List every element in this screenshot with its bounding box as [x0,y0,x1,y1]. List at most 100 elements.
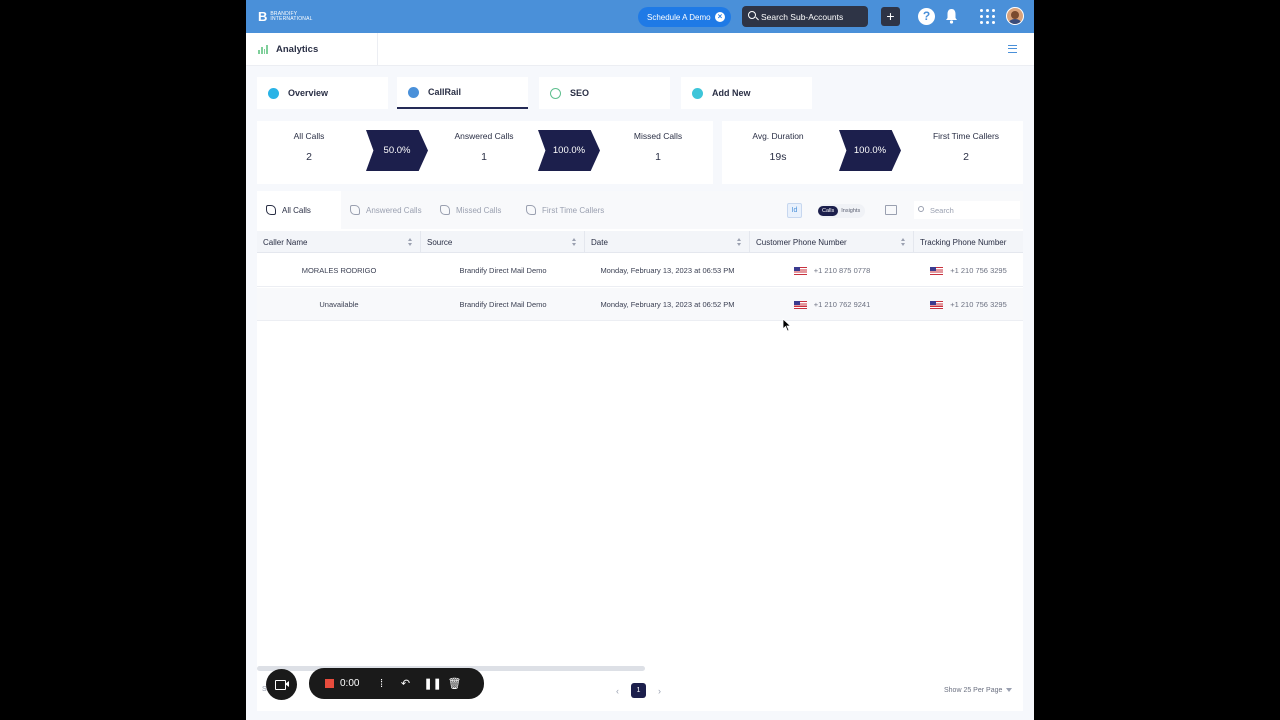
camera-icon[interactable] [266,669,297,700]
col-label: Caller Name [263,237,308,247]
grid-icon[interactable]: ⁞ [375,678,387,690]
logo-text: BRANDIFY INTERNATIONAL [270,10,313,22]
schedule-demo-button[interactable]: Schedule A Demo × [638,7,731,27]
duration-stats-panel: Avg. Duration 19s 100.0% First Time Call… [722,121,1023,184]
calls-insights-toggle[interactable]: Calls Insights [818,204,865,218]
filter-label: Answered Calls [366,205,422,215]
per-page-select[interactable]: Show 25 Per Page [944,687,1013,694]
tab-overview[interactable]: Overview [257,77,388,109]
trash-icon[interactable]: 🗑 [447,678,461,690]
col-tracking-phone[interactable]: Tracking Phone Number [914,231,1023,253]
toggle-insights[interactable]: Insights [838,208,863,214]
stat-value: 2 [963,151,969,163]
search-sub-accounts-input[interactable]: Search Sub-Accounts [742,6,868,27]
avatar[interactable] [1006,7,1024,25]
page-number[interactable]: 1 [631,683,646,698]
stat-missed-calls: Missed Calls 1 [603,121,713,163]
col-customer-phone[interactable]: Customer Phone Number [750,231,914,253]
col-label: Tracking Phone Number [920,237,1007,247]
recorder-toolbar: 0:00 ⁞ ↶ ❚❚ 🗑 [309,668,484,699]
add-button[interactable]: + [881,7,900,26]
filter-answered-calls[interactable]: Answered Calls [341,191,431,229]
col-date[interactable]: Date [585,231,750,253]
page-title: Analytics [276,44,319,55]
answered-rate-chevron: 100.0% [538,130,600,171]
undo-icon[interactable]: ↶ [399,678,411,690]
tab-callrail[interactable]: CallRail [397,77,528,109]
filter-all-calls[interactable]: All Calls [257,191,341,229]
bell-icon[interactable] [945,8,958,24]
sort-icon[interactable] [901,238,906,246]
sort-icon[interactable] [572,238,577,246]
map-pin-icon [408,86,419,98]
pagination: ‹ 1 › [616,683,661,698]
table-row[interactable]: MORALES RODRIGO Brandify Direct Mail Dem… [257,254,1023,287]
col-caller-name[interactable]: Caller Name [257,231,421,253]
stat-first-time-callers: First Time Callers 2 [911,121,1021,163]
filter-first-time-callers[interactable]: First Time Callers [517,191,617,229]
col-source[interactable]: Source [421,231,585,253]
apps-grid-icon[interactable] [980,9,995,24]
stat-label: Avg. Duration [752,131,804,141]
stat-all-calls: All Calls 2 [254,121,364,163]
stat-label: All Calls [293,131,325,141]
us-flag-icon [793,266,807,275]
logo-mark: B [258,9,268,24]
sub-header: Analytics [246,33,1034,66]
stat-avg-duration: Avg. Duration 19s [723,121,833,163]
stat-label: Missed Calls [633,131,683,141]
phone-number: +1 210 756 3295 [950,266,1007,275]
cell-tracking-phone: +1 210 756 3295 [914,288,1023,321]
tab-label: SEO [570,88,590,98]
prev-page-icon[interactable]: ‹ [616,686,619,696]
us-flag-icon [793,300,807,309]
us-flag-icon [930,266,944,275]
stat-value: 19s [769,151,787,163]
search-placeholder: Search [930,205,954,215]
stat-label: Answered Calls [454,131,514,141]
table-header: Caller Name Source Date Customer Phone N… [257,231,1023,253]
chevron-down-icon [1006,688,1013,692]
columns-icon[interactable] [885,205,897,215]
toggle-calls[interactable]: Calls [818,206,839,216]
us-flag-icon [930,300,944,309]
phone-number: +1 210 756 3295 [950,300,1007,309]
stat-answered-calls: Answered Calls 1 [429,121,539,163]
close-icon[interactable]: × [715,12,725,22]
cell-customer-phone: +1 210 875 0778 [750,254,914,287]
table-row[interactable]: Unavailable Brandify Direct Mail Demo Mo… [257,288,1023,321]
search-sub-accounts-label: Search Sub-Accounts [761,11,844,22]
tab-label: CallRail [428,87,462,97]
table-search-input[interactable]: Search [914,201,1020,219]
filter-label: All Calls [282,205,311,215]
col-label: Customer Phone Number [756,237,847,247]
stat-label: First Time Callers [932,131,1000,141]
schedule-demo-label: Schedule A Demo [647,12,711,22]
tab-seo[interactable]: SEO [539,77,670,109]
phone-icon [526,205,536,215]
sort-icon[interactable] [408,238,413,246]
first-time-percent-chevron: 100.0% [839,130,901,171]
cell-source: Brandify Direct Mail Demo [459,300,547,309]
tab-add-new[interactable]: Add New [681,77,812,109]
id-view-icon[interactable]: Id [787,203,802,218]
search-icon [748,11,756,19]
cell-source: Brandify Direct Mail Demo [459,266,547,275]
next-page-icon[interactable]: › [658,686,661,696]
per-page-label: Show 25 Per Page [944,687,1003,694]
answered-percent-chevron: 50.0% [366,130,428,171]
calls-table-panel: All Calls Answered Calls Missed Calls Fi… [257,191,1023,711]
sort-icon[interactable] [737,238,742,246]
filter-missed-calls[interactable]: Missed Calls [431,191,517,229]
brand-logo[interactable]: B BRANDIFY INTERNATIONAL [258,10,320,23]
filter-label: First Time Callers [542,205,605,215]
menu-icon[interactable] [1008,45,1017,53]
phone-icon [350,205,360,215]
stat-value: 1 [481,151,487,163]
stop-record-icon[interactable] [325,679,334,688]
pause-icon[interactable]: ❚❚ [423,678,441,690]
help-icon[interactable]: ? [918,8,935,25]
plus-circle-icon [692,87,703,99]
phone-number: +1 210 875 0778 [813,266,871,275]
cell-date: Monday, February 13, 2023 at 06:53 PM [600,266,735,275]
